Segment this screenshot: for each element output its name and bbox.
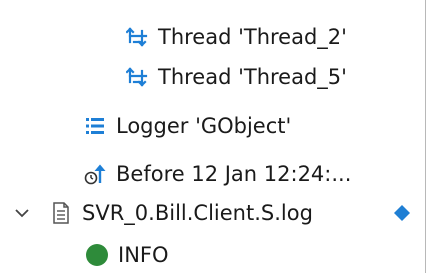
tree-item-thread-5[interactable]: Thread 'Thread_5' [0, 60, 425, 94]
log-file-icon [48, 200, 74, 226]
tree-item-label: Thread 'Thread_5' [158, 65, 347, 89]
log-tree-panel: Thread 'Thread_2' Thread 'Thread_5' Logg… [0, 0, 426, 273]
logger-icon [82, 113, 108, 139]
tree-item-thread-2[interactable]: Thread 'Thread_2' [0, 20, 425, 54]
tree-item-log-file[interactable]: SVR_0.Bill.Client.S.log [0, 196, 425, 230]
tree-item-logger-gobject[interactable]: Logger 'GObject' [0, 109, 425, 143]
time-before-icon [82, 161, 108, 187]
tree-item-label: INFO [118, 243, 169, 267]
tree-item-label: SVR_0.Bill.Client.S.log [82, 201, 313, 225]
tree-item-label: Before 12 Jan 12:24:... [116, 162, 352, 186]
tree-item-label: Logger 'GObject' [116, 114, 292, 138]
tree-item-info[interactable]: INFO [0, 238, 425, 272]
info-level-icon [84, 242, 110, 268]
tree-item-label: Thread 'Thread_2' [158, 25, 347, 49]
tree-item-time-before[interactable]: Before 12 Jan 12:24:... [0, 157, 425, 191]
thread-icon [124, 64, 150, 90]
thread-icon [124, 24, 150, 50]
diamond-marker-icon [393, 204, 411, 222]
chevron-down-icon[interactable] [14, 205, 30, 221]
